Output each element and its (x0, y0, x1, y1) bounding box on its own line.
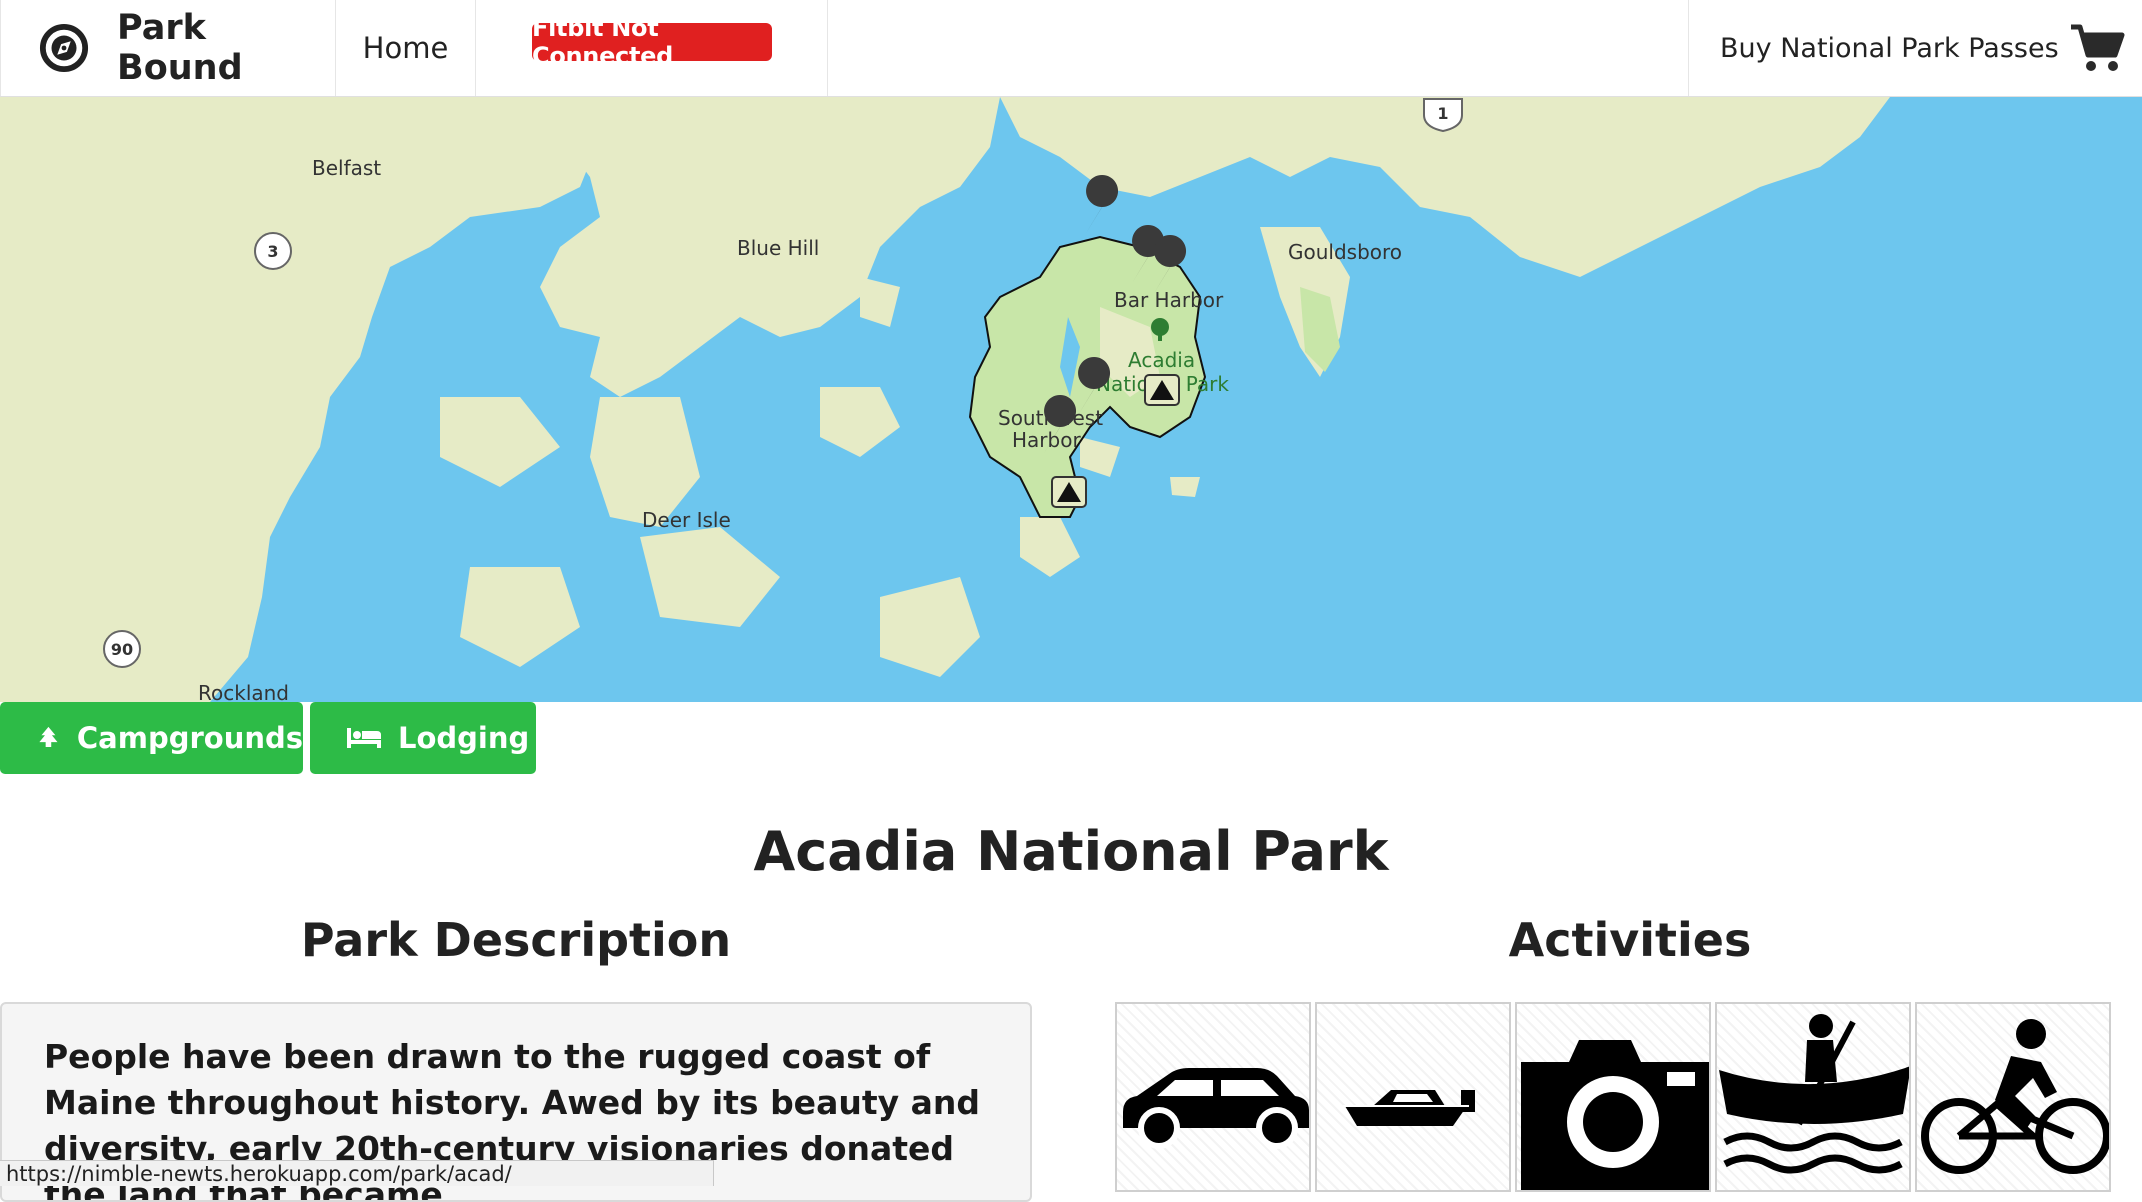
map-label-deer-isle: Deer Isle (642, 508, 731, 532)
activity-tile-auto-touring[interactable] (1115, 1002, 1311, 1192)
route-1-shield: 1 (1423, 98, 1463, 133)
activity-tile-canoeing[interactable] (1715, 1002, 1911, 1192)
campground-marker[interactable] (1144, 374, 1180, 406)
map-label-bar-harbor: Bar Harbor (1114, 288, 1224, 312)
map-label-belfast: Belfast (312, 156, 381, 180)
buy-passes-link[interactable]: Buy National Park Passes (1688, 0, 2142, 96)
route-3-shield: 3 (254, 232, 292, 270)
bed-icon (347, 728, 381, 748)
park-map[interactable]: Gouldsboro Belfast Blue Hill Bar Harbor … (0, 97, 2142, 702)
shopping-cart-icon (2070, 24, 2125, 71)
brand-link[interactable]: Park Bound (0, 0, 336, 96)
buy-passes-label: Buy National Park Passes (1720, 32, 2059, 64)
car-icon (1123, 1068, 1309, 1149)
campgrounds-label: Campgrounds (76, 721, 303, 755)
activities-heading: Activities (1508, 913, 1752, 967)
top-navbar: Park Bound Home Fitbit Not Connected Buy… (0, 0, 2142, 97)
boat-icon (1343, 1090, 1475, 1126)
activity-tile-boating[interactable] (1315, 1002, 1511, 1192)
activity-tile-photography[interactable] (1515, 1002, 1711, 1192)
map-label-harbor: Harbor (1012, 428, 1081, 452)
map-label-gouldsboro: Gouldsboro (1288, 240, 1402, 264)
compass-icon (39, 23, 89, 73)
svg-text:1: 1 (1437, 104, 1448, 123)
brand-name: Park Bound (117, 8, 243, 88)
lodging-toggle-button[interactable]: Lodging (310, 702, 536, 774)
camera-icon (1521, 1040, 1709, 1190)
map-label-blue-hill: Blue Hill (737, 236, 819, 260)
tree-icon (39, 726, 58, 748)
park-description-heading: Park Description (300, 913, 732, 967)
park-title: Acadia National Park (753, 820, 1389, 883)
canoe-icon (1719, 1014, 1909, 1174)
activity-tile-biking[interactable] (1915, 1002, 2111, 1192)
map-label-acadia: Acadia (1128, 348, 1195, 372)
campgrounds-toggle-button[interactable]: Campgrounds (0, 702, 303, 774)
svg-text:90: 90 (111, 640, 133, 659)
fitbit-status-badge[interactable]: Fitbit Not Connected (532, 14, 772, 70)
lodging-label: Lodging (398, 721, 530, 755)
svg-text:3: 3 (267, 242, 278, 261)
map-label-rockland: Rockland (198, 681, 289, 702)
status-bar-url: https://nimble-newts.herokuapp.com/park/… (0, 1160, 714, 1186)
bicycle-icon (1921, 1019, 2109, 1174)
fitbit-status-cell: Fitbit Not Connected (476, 0, 828, 96)
route-90-shield: 90 (103, 630, 141, 668)
activities-list (1115, 1002, 2142, 1192)
nav-home-link[interactable]: Home (336, 0, 476, 96)
campground-marker[interactable] (1051, 476, 1087, 508)
